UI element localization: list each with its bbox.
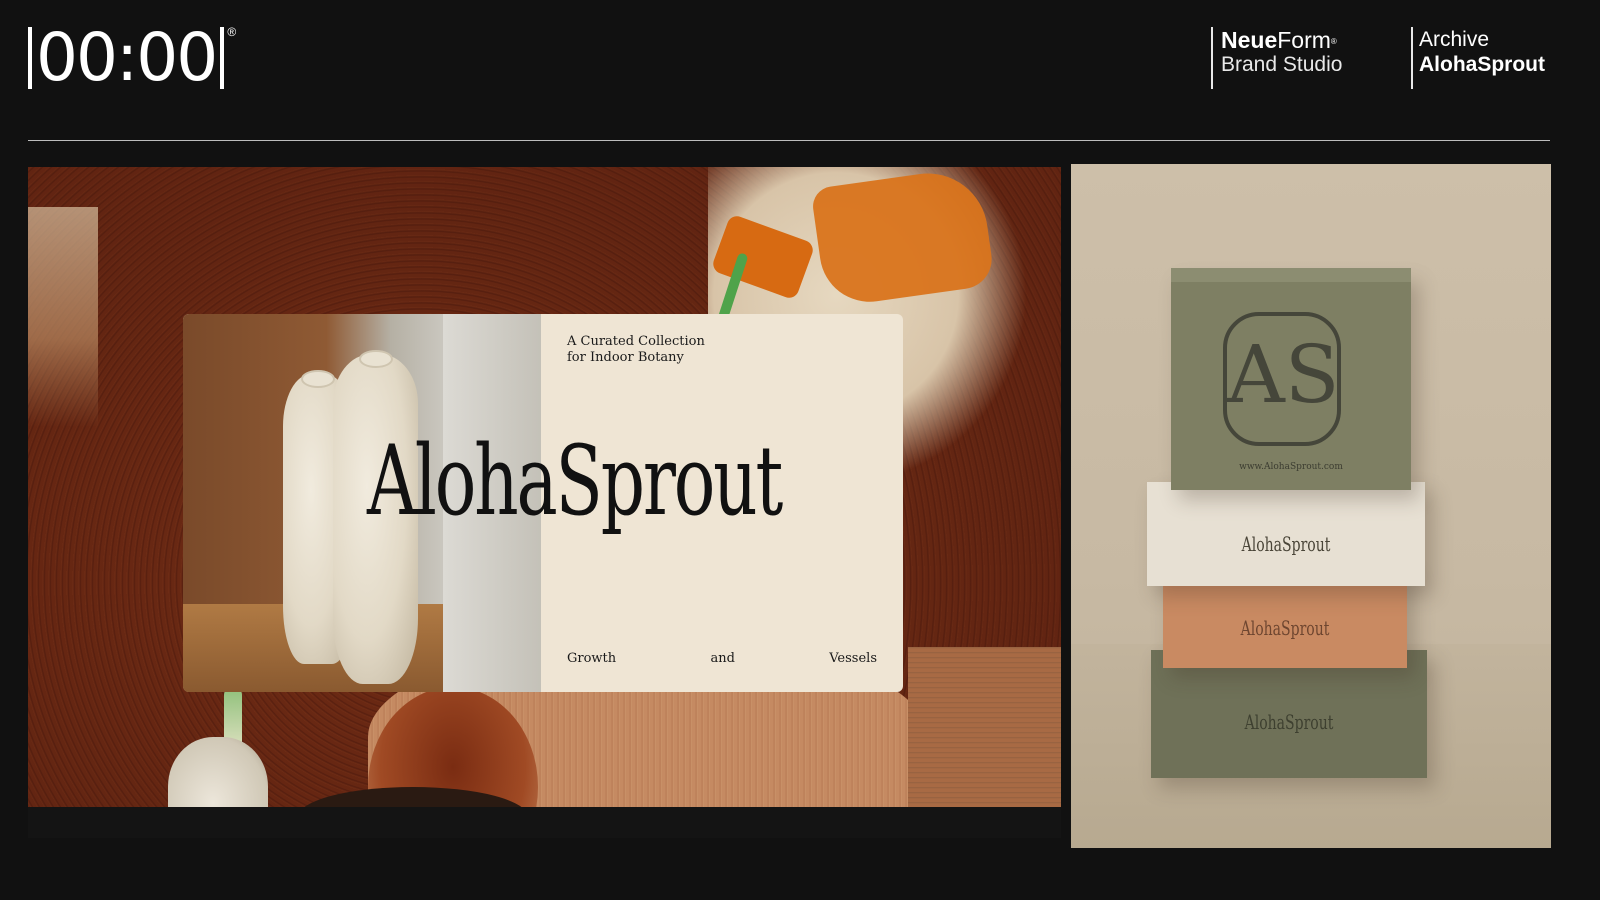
- archive-project-block[interactable]: Archive AlohaSprout: [1411, 27, 1545, 89]
- vase-right-neck: [359, 350, 393, 368]
- brand-card: A Curated Collection for Indoor Botany A…: [183, 314, 903, 692]
- card-footer: Growth and Vessels: [567, 651, 877, 666]
- archive-label: Archive: [1419, 28, 1490, 51]
- logo-text: 00:00: [36, 19, 218, 96]
- logo-right-bar: [220, 27, 225, 89]
- brand-emblem-icon: AS: [1223, 312, 1341, 446]
- tagline-line-2: for Indoor Botany: [567, 350, 684, 365]
- studio-name: NeueForm®: [1221, 27, 1342, 53]
- studio-logo[interactable]: 00:00 ®: [28, 19, 236, 96]
- card-footer-word: Growth: [567, 651, 617, 666]
- logo-registered-mark: ®: [227, 25, 237, 39]
- box-green-top: AS www.AlohaSprout.com: [1171, 268, 1411, 490]
- header-divider: [28, 140, 1550, 141]
- studio-name-bold: Neue: [1221, 27, 1278, 53]
- emblem-letters: AS: [1227, 328, 1340, 421]
- tagline-line-1: A Curated Collection: [567, 334, 705, 349]
- card-tagline: A Curated Collection for Indoor Botany: [567, 334, 705, 366]
- card-footer-word: Vessels: [829, 651, 877, 666]
- box-wordmark: AlohaSprout: [1244, 710, 1334, 734]
- packaging-photo: AlohaSprout AlohaSprout AlohaSprout AS w…: [1071, 164, 1551, 848]
- box-lid: [1171, 268, 1411, 282]
- box-green-bottom: AlohaSprout: [1151, 650, 1427, 778]
- box-wordmark: AlohaSprout: [1241, 532, 1331, 556]
- studio-name-light: Form: [1277, 27, 1331, 53]
- brand-wordmark: AlohaSprout: [367, 425, 783, 537]
- box-wordmark: AlohaSprout: [1240, 616, 1330, 640]
- vase-left-neck: [301, 370, 335, 388]
- box-url: www.AlohaSprout.com: [1239, 462, 1343, 472]
- studio-name-block[interactable]: NeueForm® Brand Studio: [1211, 27, 1342, 89]
- card-footer-word: and: [710, 651, 735, 666]
- project-name: AlohaSprout: [1419, 53, 1545, 76]
- paint-splash-left: [28, 207, 98, 427]
- studio-registered-mark: ®: [1330, 37, 1337, 46]
- table-edge: [28, 807, 1061, 838]
- studio-subtitle: Brand Studio: [1221, 53, 1343, 76]
- box-cream: AlohaSprout: [1147, 482, 1425, 586]
- paint-splash-orange: [810, 167, 996, 309]
